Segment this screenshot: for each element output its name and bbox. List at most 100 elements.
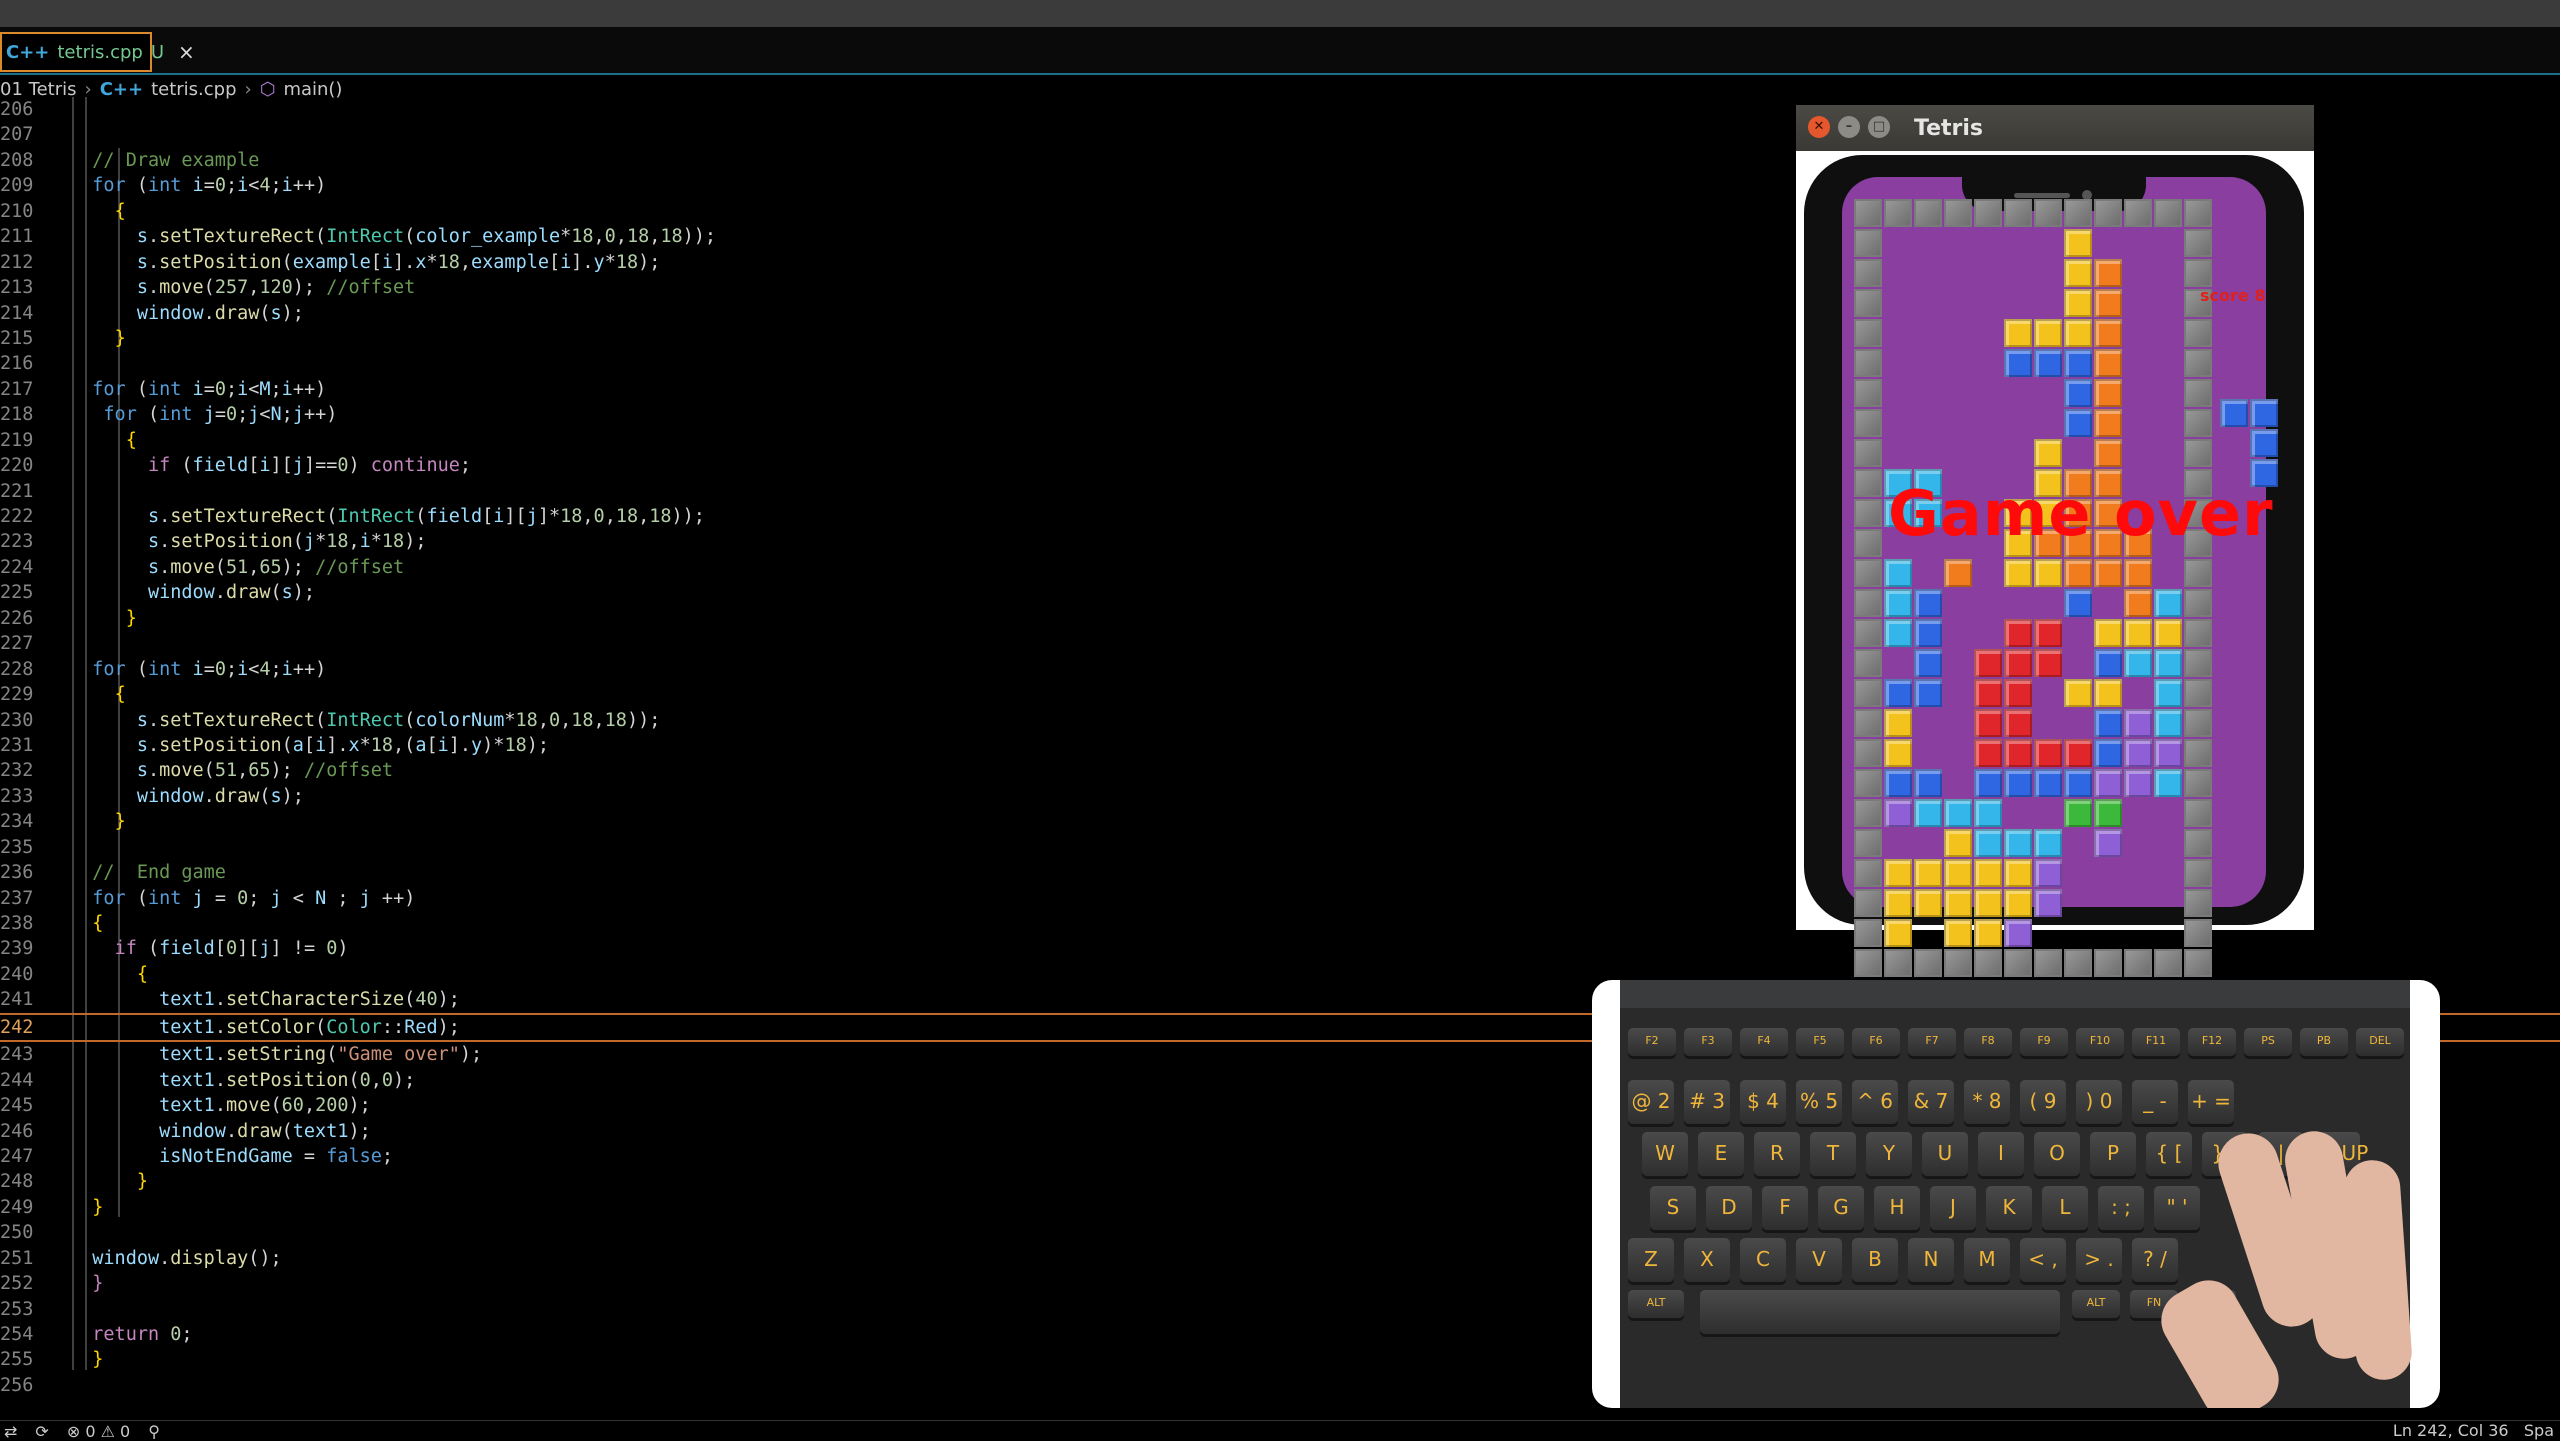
wall-block — [1854, 199, 1882, 227]
code-text: s.setTextureRect(IntRect(field[i][j]*18,… — [147, 506, 705, 527]
tetromino-block — [2094, 289, 2122, 317]
tetromino-block — [2034, 649, 2062, 677]
tetromino-block — [1884, 589, 1912, 617]
tab-tetris-cpp[interactable]: C++ tetris.cpp U × — [0, 32, 195, 72]
tetromino-block — [1884, 799, 1912, 827]
broadcast-icon[interactable]: ⚲ — [148, 1422, 160, 1441]
wall-block — [1854, 229, 1882, 257]
wall-block — [1854, 679, 1882, 707]
problems-indicator[interactable]: ⊗ 0 ⚠ 0 — [67, 1422, 130, 1441]
keyboard-key: P — [2090, 1132, 2136, 1176]
line-number: 231 — [0, 734, 34, 756]
minimize-icon[interactable]: – — [1838, 116, 1860, 138]
editor-tab-strip — [0, 27, 2560, 75]
wall-block — [2184, 949, 2212, 977]
tetromino-block — [2154, 679, 2182, 707]
keyboard-key: F — [1762, 1186, 1808, 1230]
tetromino-block — [2034, 859, 2062, 887]
tetris-window[interactable]: ✕ – □ Tetris score 8 Game over — [1796, 105, 2314, 977]
wall-block — [1854, 409, 1882, 437]
sync-icon[interactable]: ⟳ — [35, 1422, 48, 1441]
code-text: text1.setString("Game over"); — [159, 1044, 483, 1066]
wall-block — [2064, 199, 2092, 227]
wall-block — [1854, 709, 1882, 737]
line-number: 232 — [0, 760, 34, 782]
keyboard-key: I — [1978, 1132, 2024, 1176]
tetromino-block — [2034, 559, 2062, 587]
line-number: 245 — [0, 1095, 34, 1117]
next-piece-block — [2250, 429, 2278, 457]
wall-block — [2034, 199, 2062, 227]
maximize-icon[interactable]: □ — [1868, 116, 1890, 138]
wall-block — [2004, 949, 2032, 977]
tetromino-block — [2094, 619, 2122, 647]
code-text: if (field[i][j]==0) continue; — [147, 455, 472, 477]
line-number: 236 — [0, 862, 34, 884]
cursor-position[interactable]: Ln 242, Col 36 — [2393, 1421, 2509, 1440]
line-number: 222 — [0, 506, 34, 527]
tetromino-block — [1914, 859, 1942, 887]
wall-block — [1854, 619, 1882, 647]
close-icon[interactable]: × — [178, 40, 195, 64]
wall-block — [1854, 529, 1882, 557]
line-number: 209 — [0, 175, 34, 197]
tetromino-block — [2004, 559, 2032, 587]
tetromino-block — [2094, 739, 2122, 767]
wall-block — [1854, 859, 1882, 887]
tetromino-block — [1944, 859, 1972, 887]
tetromino-block — [1944, 829, 1972, 857]
close-icon[interactable]: ✕ — [1808, 116, 1830, 138]
keyboard-key: B — [1852, 1238, 1898, 1282]
tetromino-block — [1884, 709, 1912, 737]
code-text: for (int i=0;i<M;i++) — [92, 378, 327, 400]
tetromino-block — [1884, 679, 1912, 707]
keyboard-key: K — [1986, 1186, 2032, 1230]
line-number: 217 — [0, 378, 34, 400]
tetromino-block — [2004, 889, 2032, 917]
code-text: window.draw(s); — [136, 302, 304, 324]
line-number: 234 — [0, 811, 34, 833]
keyboard-key: + = — [2188, 1080, 2234, 1124]
line-number: 223 — [0, 531, 34, 553]
keyboard-key: F5 — [1796, 1028, 1844, 1056]
code-text: s.move(257,120); //offset — [136, 277, 416, 299]
wall-block — [1944, 199, 1972, 227]
code-text: { — [136, 963, 148, 985]
remote-icon[interactable]: ⇄ — [4, 1422, 17, 1441]
score-label: score 8 — [2200, 286, 2266, 305]
wall-block — [1974, 949, 2002, 977]
indent-setting[interactable]: Spa — [2524, 1421, 2554, 1440]
code-text: window.draw(text1); — [159, 1120, 371, 1142]
line-number: 219 — [0, 429, 34, 451]
code-text: window.draw(s); — [136, 785, 304, 807]
line-number: 213 — [0, 277, 34, 299]
keyboard-key: T — [1810, 1132, 1856, 1176]
keyboard-key: E — [1698, 1132, 1744, 1176]
code-text: s.setTextureRect(IntRect(color_example*1… — [136, 226, 717, 248]
keyboard-key: DEL — [2356, 1028, 2404, 1056]
code-text: text1.setPosition(0,0); — [159, 1069, 416, 1091]
wall-block — [1854, 259, 1882, 287]
wall-block — [2184, 199, 2212, 227]
tetromino-block — [2094, 259, 2122, 287]
line-number: 252 — [0, 1273, 34, 1295]
tetris-titlebar[interactable]: ✕ – □ Tetris — [1796, 105, 2314, 151]
wall-block — [2124, 949, 2152, 977]
wall-block — [2184, 829, 2212, 857]
keyboard-key: @ 2 — [1628, 1080, 1674, 1124]
line-number: 247 — [0, 1145, 34, 1167]
keyboard-key: # 3 — [1684, 1080, 1730, 1124]
tetromino-block — [2124, 559, 2152, 587]
tetromino-block — [1914, 799, 1942, 827]
tetromino-block — [2064, 739, 2092, 767]
wall-block — [2184, 649, 2212, 677]
keyboard-key: ALT — [1628, 1290, 1684, 1318]
wall-block — [2184, 889, 2212, 917]
tetromino-block — [2064, 769, 2092, 797]
wall-block — [1854, 289, 1882, 317]
tetromino-block — [2124, 709, 2152, 737]
keyboard-key: F12 — [2188, 1028, 2236, 1056]
